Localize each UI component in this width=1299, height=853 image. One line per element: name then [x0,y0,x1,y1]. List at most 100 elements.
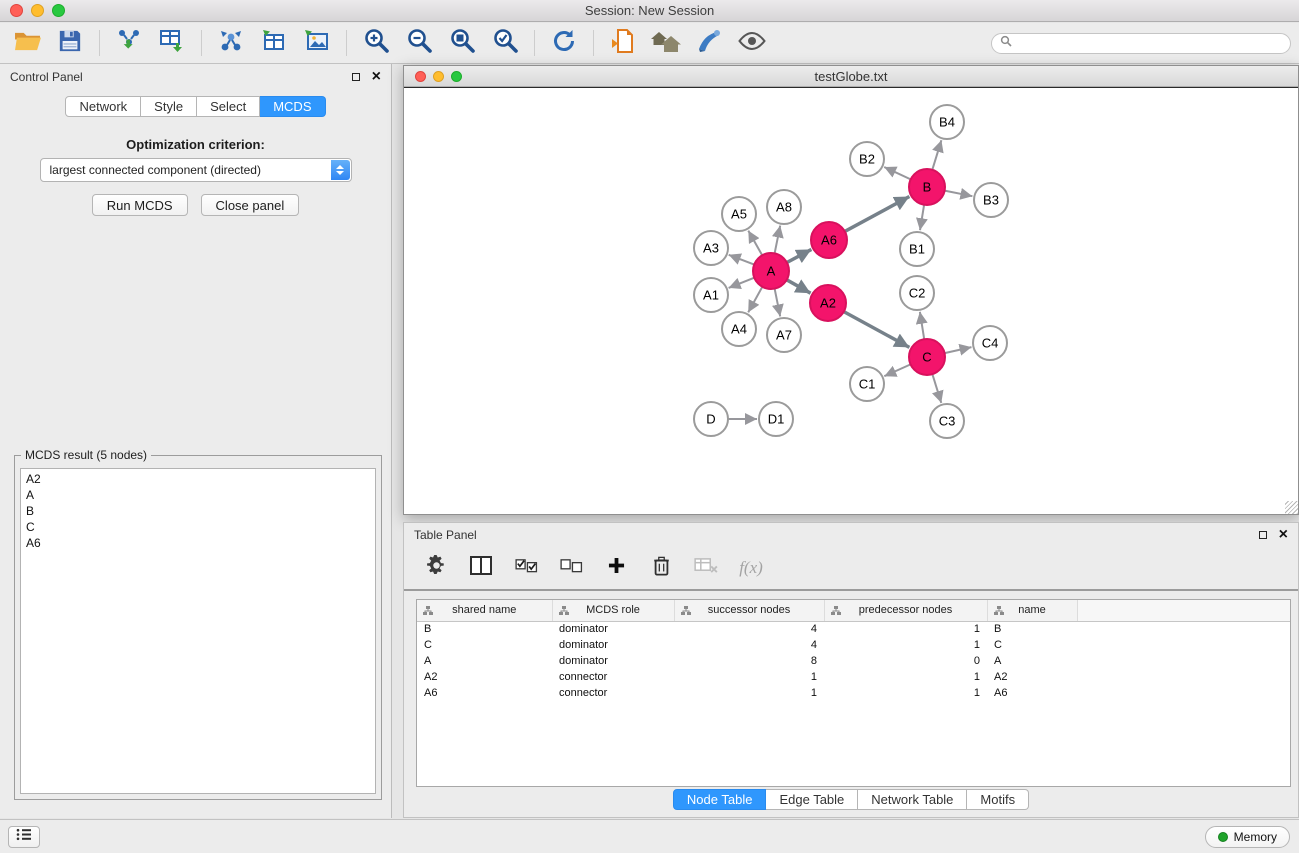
node-B[interactable]: B [909,169,945,205]
minimize-network-window-button[interactable] [433,71,444,82]
edge-C-C2[interactable] [920,312,924,339]
table-cell[interactable]: 8 [674,653,824,669]
table-cell[interactable]: 0 [824,653,987,669]
function-builder-button[interactable]: f(x) [739,554,763,582]
float-panel-icon[interactable] [352,73,360,81]
tab-network[interactable]: Network [65,96,141,117]
tab-motifs[interactable]: Motifs [967,789,1029,810]
table-cell[interactable]: 1 [824,669,987,685]
edge-A-A7[interactable] [775,289,781,317]
edge-A6-B[interactable] [845,197,910,232]
export-network-button[interactable] [212,27,250,59]
show-columns-button[interactable] [469,554,493,582]
table-cell[interactable]: C [987,637,1077,653]
node-A8[interactable]: A8 [767,190,801,224]
table-cell[interactable]: A6 [987,685,1077,701]
save-session-button[interactable] [51,27,89,59]
node-A6[interactable]: A6 [811,222,847,258]
open-document-button[interactable] [604,27,642,59]
edge-B-B2[interactable] [884,167,911,179]
close-panel-icon[interactable]: × [372,72,381,82]
tab-network-table[interactable]: Network Table [858,789,967,810]
table-cell[interactable]: dominator [552,637,674,653]
fullscreen-window-button[interactable] [52,4,65,17]
node-B3[interactable]: B3 [974,183,1008,217]
column-header-MCDS-role[interactable]: MCDS role [552,600,674,621]
delete-table-button[interactable] [694,554,718,582]
table-cell[interactable]: dominator [552,621,674,637]
edge-B-B1[interactable] [920,205,924,230]
mcds-result-list[interactable]: A2ABCA6 [20,468,376,794]
table-row[interactable]: Cdominator41C [417,637,1290,653]
delete-column-button[interactable] [649,554,673,582]
table-cell[interactable]: B [987,621,1077,637]
node-A3[interactable]: A3 [694,231,728,265]
node-A7[interactable]: A7 [767,318,801,352]
optimization-criterion-select[interactable]: largest connected component (directed) [40,158,352,182]
result-list-item[interactable]: B [26,503,370,519]
edge-C-C1[interactable] [884,364,910,376]
table-cell[interactable]: B [417,621,552,637]
result-list-item[interactable]: A6 [26,535,370,551]
close-panel-button[interactable]: Close panel [201,194,300,216]
table-cell[interactable]: C [417,637,552,653]
network-canvas-area[interactable]: B4B2BB3A5A8A6B1A3AC2A1A2A4A7C4CC1C3DD1 [404,87,1298,514]
close-network-window-button[interactable] [415,71,426,82]
zoom-selected-button[interactable] [486,27,524,59]
style-button[interactable] [690,27,728,59]
resize-grip[interactable] [1285,501,1298,514]
zoom-fit-button[interactable] [443,27,481,59]
tab-style[interactable]: Style [141,96,197,117]
node-A1[interactable]: A1 [694,278,728,312]
node-table[interactable]: shared nameMCDS rolesuccessor nodesprede… [416,599,1291,787]
node-A5[interactable]: A5 [722,197,756,231]
zoom-out-button[interactable] [400,27,438,59]
result-list-item[interactable]: A2 [26,471,370,487]
node-A[interactable]: A [753,253,789,289]
table-cell[interactable]: A2 [417,669,552,685]
export-image-button[interactable] [298,27,336,59]
table-cell[interactable]: A [987,653,1077,669]
node-B1[interactable]: B1 [900,232,934,266]
table-cell[interactable]: connector [552,685,674,701]
tab-mcds[interactable]: MCDS [260,96,325,117]
table-settings-button[interactable] [424,554,448,582]
memory-button[interactable]: Memory [1205,826,1290,848]
column-header-name[interactable]: name [987,600,1077,621]
edge-A2-C[interactable] [844,312,910,348]
create-column-button[interactable] [604,554,628,582]
tab-node-table[interactable]: Node Table [673,789,767,810]
table-cell[interactable]: 1 [674,685,824,701]
export-table-button[interactable] [255,27,293,59]
node-D1[interactable]: D1 [759,402,793,436]
table-cell[interactable]: dominator [552,653,674,669]
home-button[interactable] [647,27,685,59]
node-C[interactable]: C [909,339,945,375]
node-C4[interactable]: C4 [973,326,1007,360]
table-cell[interactable]: A6 [417,685,552,701]
edge-A-A1[interactable] [729,278,755,288]
tab-edge-table[interactable]: Edge Table [766,789,858,810]
table-cell[interactable]: A [417,653,552,669]
edge-B-B3[interactable] [945,191,973,197]
edge-A-A8[interactable] [775,226,781,254]
result-list-item[interactable]: C [26,519,370,535]
network-canvas[interactable]: B4B2BB3A5A8A6B1A3AC2A1A2A4A7C4CC1C3DD1 [404,88,1298,515]
zoom-in-button[interactable] [357,27,395,59]
table-row[interactable]: A6connector11A6 [417,685,1290,701]
edge-A-A4[interactable] [748,287,762,313]
close-table-panel-icon[interactable]: × [1279,530,1288,540]
edge-A-A5[interactable] [748,231,762,256]
edge-B-B4[interactable] [932,140,941,170]
column-header-successor-nodes[interactable]: successor nodes [674,600,824,621]
node-C3[interactable]: C3 [930,404,964,438]
table-cell[interactable]: 1 [824,621,987,637]
column-header-shared-name[interactable]: shared name [417,600,552,621]
select-all-button[interactable] [514,554,538,582]
tab-select[interactable]: Select [197,96,260,117]
node-C2[interactable]: C2 [900,276,934,310]
table-cell[interactable]: 1 [824,685,987,701]
node-A4[interactable]: A4 [722,312,756,346]
edge-A-A3[interactable] [729,255,755,265]
edge-A-A2[interactable] [787,280,811,293]
